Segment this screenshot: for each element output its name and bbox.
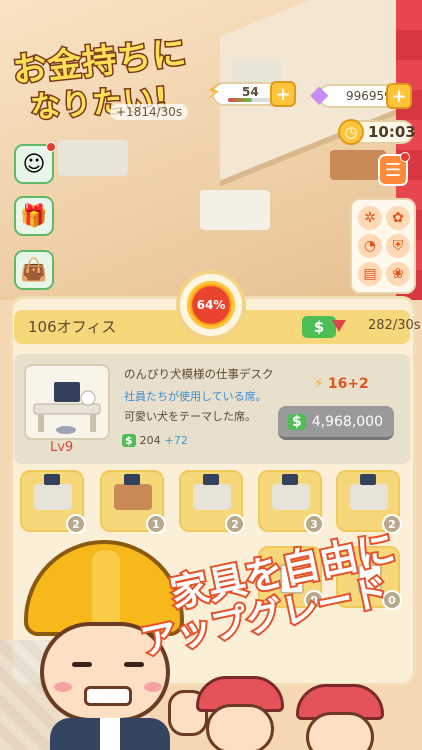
upgrade-price-button[interactable]: $ 4,968,000 bbox=[278, 406, 394, 440]
lightning-icon: ⚡ bbox=[206, 80, 222, 105]
notification-dot bbox=[46, 142, 56, 152]
office-income-rate: 282/30s bbox=[368, 318, 421, 333]
desk-icon bbox=[34, 474, 72, 510]
cash-icon: $ bbox=[122, 434, 136, 447]
furniture-slot[interactable]: 1 bbox=[100, 470, 166, 534]
furniture-name: のんびり犬模様の仕事デスク bbox=[124, 367, 274, 381]
business-suit bbox=[50, 718, 170, 750]
add-energy-button[interactable]: + bbox=[270, 81, 296, 107]
income-rate-label: +1814/30s bbox=[110, 104, 189, 120]
gem-counter: ◆ 996959 + bbox=[310, 80, 412, 109]
furniture-slot[interactable]: 2 bbox=[20, 470, 86, 534]
income-base-value: 204 bbox=[139, 434, 161, 447]
furniture-power: ⚡ 16+2 bbox=[314, 376, 369, 392]
furniture-slot[interactable]: 2 bbox=[179, 470, 245, 534]
slot-level-badge: 1 bbox=[146, 514, 166, 534]
office-desk[interactable] bbox=[58, 140, 128, 176]
office-progress-badge[interactable]: 64% bbox=[176, 270, 246, 340]
slot-level-badge: 2 bbox=[225, 514, 245, 534]
office-name: 106オフィス bbox=[28, 318, 117, 336]
furniture-thumbnail bbox=[24, 364, 110, 440]
employee-icon: ☺ bbox=[22, 151, 46, 177]
notification-dot bbox=[400, 152, 410, 162]
cash-icon: $ bbox=[302, 316, 336, 338]
clock-icon: ◷ bbox=[338, 119, 364, 145]
worker-face bbox=[306, 712, 374, 750]
cheek bbox=[144, 682, 162, 692]
settings-gear-icon[interactable]: ✲ bbox=[358, 206, 382, 230]
energy-bar bbox=[228, 98, 272, 102]
energy-value: 54 bbox=[242, 85, 259, 99]
progress-flower-icon: 64% bbox=[187, 281, 235, 329]
add-gems-button[interactable]: + bbox=[386, 83, 412, 109]
furniture-level: Lv9 bbox=[50, 440, 74, 455]
gift-event-button[interactable]: 🎁 bbox=[14, 196, 54, 236]
furniture-description-line-2: 可愛い犬をテーマした席。 bbox=[124, 410, 256, 423]
furniture-slot[interactable]: 3 bbox=[258, 470, 324, 534]
income-bonus-value: +72 bbox=[164, 434, 188, 447]
pie-chart-icon[interactable]: ◔ bbox=[358, 234, 382, 258]
worker-character bbox=[296, 684, 384, 750]
shopping-bag-icon: 👜 bbox=[20, 257, 48, 283]
office-desk[interactable] bbox=[200, 190, 270, 230]
desk-illustration bbox=[33, 382, 101, 434]
desk-icon bbox=[272, 474, 310, 510]
diamond-icon: ◆ bbox=[310, 80, 329, 108]
eye bbox=[72, 662, 92, 667]
progress-percent: 64% bbox=[196, 298, 226, 312]
furniture-income: $ 204 +72 bbox=[122, 434, 188, 447]
worker-face bbox=[206, 704, 274, 750]
power-bonus-value: +2 bbox=[347, 376, 369, 392]
energy-counter: ⚡ 54 + bbox=[206, 80, 296, 107]
furniture-detail-card: Lv9 のんびり犬模様の仕事デスク 社員たちが使用している席。 可愛い犬をテーマ… bbox=[14, 354, 410, 464]
flower-badge-icon[interactable]: ✿ bbox=[386, 206, 410, 230]
paw-icon[interactable]: ❀ bbox=[386, 262, 410, 286]
cheek bbox=[54, 682, 72, 692]
slot-level-badge: 2 bbox=[66, 514, 86, 534]
gift-icon: 🎁 bbox=[20, 203, 48, 229]
gems-value: 996959 bbox=[346, 89, 392, 103]
desk-icon bbox=[350, 474, 388, 510]
time-display[interactable]: ◷ 10:03 bbox=[338, 119, 416, 145]
list-icon: ☰ bbox=[384, 159, 402, 181]
energy-bar-fill bbox=[228, 98, 253, 102]
clock-value: 10:03 bbox=[368, 123, 416, 141]
quick-action-panel: ✲ ✿ ◔ ⛨ ▤ ❀ bbox=[350, 198, 416, 294]
upgrade-price: 4,968,000 bbox=[311, 413, 384, 430]
cash-icon: $ bbox=[288, 413, 306, 430]
shop-bag-button[interactable]: 👜 bbox=[14, 250, 54, 290]
worker-character bbox=[196, 676, 284, 750]
shield-icon[interactable]: ⛨ bbox=[386, 234, 410, 258]
desk-icon bbox=[114, 474, 152, 510]
lightning-icon: ⚡ bbox=[314, 376, 324, 392]
power-base-value: 16 bbox=[327, 376, 348, 392]
task-list-button[interactable]: ☰ bbox=[378, 152, 410, 186]
eye bbox=[124, 662, 144, 667]
mouth bbox=[84, 686, 132, 706]
document-icon[interactable]: ▤ bbox=[358, 262, 382, 286]
staff-portrait-button[interactable]: ☺ bbox=[14, 142, 56, 184]
decrease-arrow-icon bbox=[332, 320, 346, 332]
furniture-description-line-1: 社員たちが使用している席。 bbox=[124, 390, 267, 403]
desk-icon bbox=[193, 474, 231, 510]
